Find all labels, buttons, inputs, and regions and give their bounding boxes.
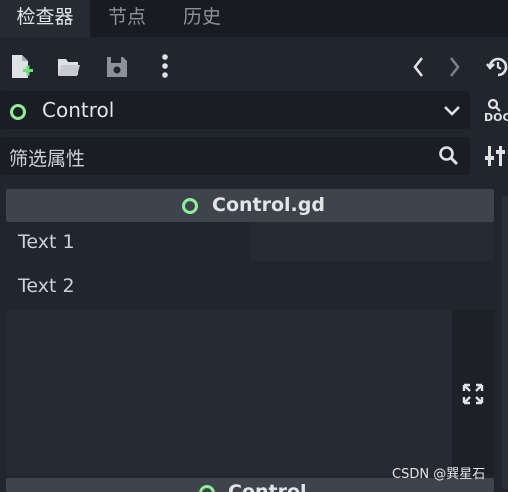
expand-icon[interactable]: [462, 383, 484, 405]
more-vert-icon[interactable]: [159, 53, 171, 79]
back-icon[interactable]: [411, 55, 427, 79]
circle-node-icon: [9, 103, 27, 121]
doc-button-label: DOC: [484, 111, 508, 124]
doc-button[interactable]: DOC: [478, 96, 508, 126]
property-label-text-2: Text 2: [18, 275, 75, 297]
search-icon: [438, 145, 460, 167]
property-value-text-1[interactable]: [250, 222, 494, 261]
inspector-scrollbar[interactable]: [502, 196, 508, 489]
history-icon[interactable]: [486, 55, 508, 79]
magnifier-icon: [487, 98, 501, 112]
control-section-title: Control: [228, 481, 307, 492]
script-section-header[interactable]: Control.gd: [6, 189, 494, 222]
save-icon[interactable]: [106, 56, 128, 78]
circle-node-icon: [198, 484, 216, 492]
property-label-text-1: Text 1: [18, 231, 75, 253]
tab-inspector[interactable]: 检查器: [0, 0, 90, 37]
forward-icon[interactable]: [446, 55, 462, 79]
watermark: CSDN @巽星石: [392, 463, 485, 482]
script-section-title: Control.gd: [212, 194, 325, 216]
object-selector-dropdown[interactable]: Control: [0, 91, 470, 129]
chevron-down-icon: [443, 104, 461, 118]
tab-history[interactable]: 历史: [171, 0, 233, 37]
object-selector-value: Control: [42, 98, 114, 122]
open-folder-icon[interactable]: [57, 56, 81, 78]
text-2-editor[interactable]: [6, 310, 452, 475]
tab-node[interactable]: 节点: [96, 0, 158, 37]
tools-icon[interactable]: [485, 144, 508, 168]
dock-tab-bar: 检查器 节点 历史: [0, 0, 508, 37]
circle-node-icon: [181, 197, 199, 215]
filter-placeholder: 筛选属性: [9, 144, 85, 171]
new-resource-icon[interactable]: [10, 54, 34, 80]
filter-properties-field[interactable]: 筛选属性: [0, 137, 470, 175]
editor-side-panel: [452, 310, 494, 475]
